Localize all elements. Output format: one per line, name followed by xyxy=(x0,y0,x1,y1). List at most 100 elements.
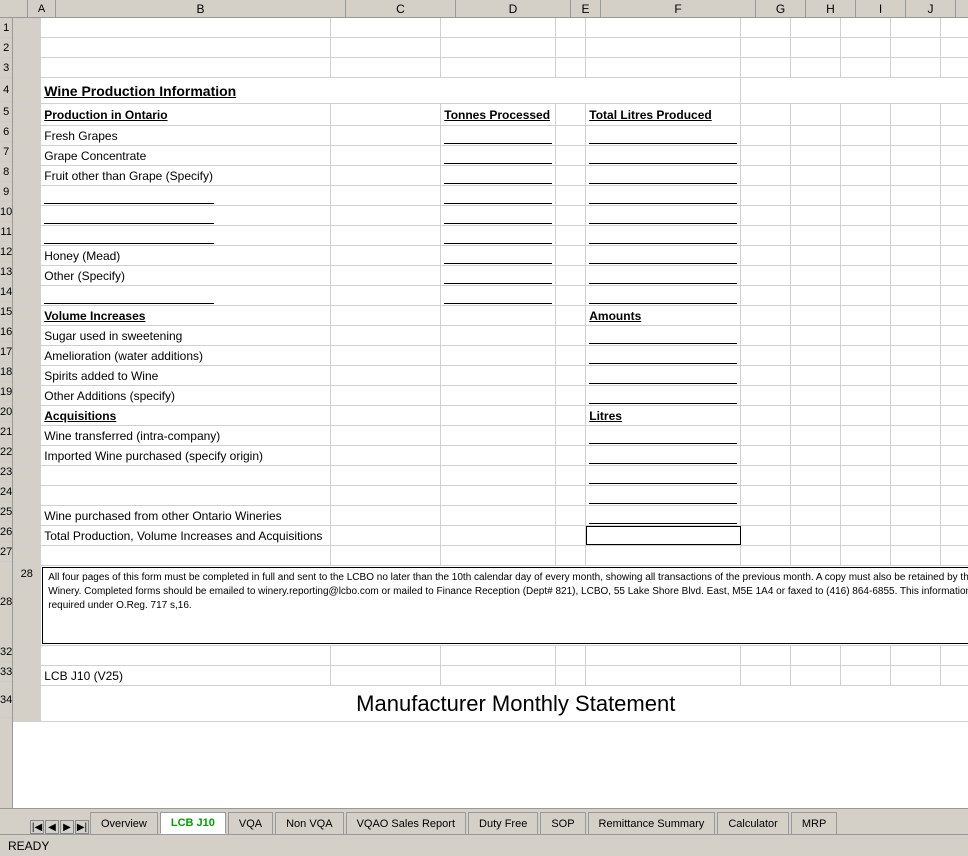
r26-total-production: Total Production, Volume Increases and A… xyxy=(41,526,331,545)
r5-litres: Total Litres Produced xyxy=(586,104,741,125)
r14-f-input[interactable] xyxy=(586,286,741,305)
r17-f-input[interactable] xyxy=(586,346,741,365)
r11-f-input[interactable] xyxy=(586,226,741,245)
r7-e xyxy=(556,146,586,165)
tab-scroll-first[interactable]: |◀ xyxy=(30,820,44,834)
r23-i xyxy=(841,466,891,485)
r15-i xyxy=(841,306,891,325)
r6-c xyxy=(331,126,441,145)
r9-f-input[interactable] xyxy=(586,186,741,205)
r26-d xyxy=(441,526,556,545)
r33-a xyxy=(13,666,41,685)
r22-f-input[interactable] xyxy=(586,446,741,465)
r11-d-input[interactable] xyxy=(441,226,556,245)
r12-f-input[interactable] xyxy=(586,246,741,265)
r27-i xyxy=(841,546,891,565)
r7-d-input[interactable] xyxy=(441,146,556,165)
r21-e xyxy=(556,426,586,445)
r18-f-input[interactable] xyxy=(586,366,741,385)
tab-scroll-next[interactable]: ▶ xyxy=(60,820,74,834)
tab-vqa[interactable]: VQA xyxy=(228,812,273,834)
tab-nonvqa[interactable]: Non VQA xyxy=(275,812,343,834)
r1-j xyxy=(891,18,941,37)
r16-f-input[interactable] xyxy=(586,326,741,345)
r14-a xyxy=(13,286,41,305)
r3-d xyxy=(441,58,556,77)
r25-f-input[interactable] xyxy=(586,506,741,525)
r21-f-input[interactable] xyxy=(586,426,741,445)
r22-i xyxy=(841,446,891,465)
r10-d-input[interactable] xyxy=(441,206,556,225)
tab-remittance[interactable]: Remittance Summary xyxy=(588,812,716,834)
tab-lcbj10[interactable]: LCB J10 xyxy=(160,812,226,834)
r7-k xyxy=(941,146,968,165)
tab-overview[interactable]: Overview xyxy=(90,812,158,834)
row-22: Imported Wine purchased (specify origin) xyxy=(13,446,968,466)
r25-wine-other-wineries: Wine purchased from other Ontario Wineri… xyxy=(41,506,331,525)
r14-d-input[interactable] xyxy=(441,286,556,305)
r7-f-input[interactable] xyxy=(586,146,741,165)
r11-b[interactable] xyxy=(41,226,331,245)
tab-sop[interactable]: SOP xyxy=(540,812,585,834)
r22-c xyxy=(331,446,441,465)
r9-i xyxy=(841,186,891,205)
row-11 xyxy=(13,226,968,246)
r2-a xyxy=(13,38,41,57)
r19-h xyxy=(791,386,841,405)
r24-f-input[interactable] xyxy=(586,486,741,505)
r9-b[interactable] xyxy=(41,186,331,205)
r15-d xyxy=(441,306,556,325)
r10-f-input[interactable] xyxy=(586,206,741,225)
row-2 xyxy=(13,38,968,58)
rownum-20: 20 xyxy=(0,402,12,422)
r8-k xyxy=(941,166,968,185)
r33-k xyxy=(941,666,968,685)
r10-b[interactable] xyxy=(41,206,331,225)
r17-i xyxy=(841,346,891,365)
tab-duty-free[interactable]: Duty Free xyxy=(468,812,538,834)
r19-f-input[interactable] xyxy=(586,386,741,405)
r8-d-input[interactable] xyxy=(441,166,556,185)
row-32 xyxy=(13,646,968,666)
r7-i xyxy=(841,146,891,165)
row-27 xyxy=(13,546,968,566)
tab-mrp[interactable]: MRP xyxy=(791,812,837,834)
r12-d-input[interactable] xyxy=(441,246,556,265)
col-header-rownum xyxy=(0,0,28,17)
r2-f xyxy=(586,38,741,57)
r27-j xyxy=(891,546,941,565)
r9-e xyxy=(556,186,586,205)
rownum-5: 5 xyxy=(0,102,12,122)
r17-e xyxy=(556,346,586,365)
r6-f-input[interactable] xyxy=(586,126,741,145)
r19-other-additions: Other Additions (specify) xyxy=(41,386,331,405)
r13-f-input[interactable] xyxy=(586,266,741,285)
r26-f-bordered[interactable] xyxy=(586,526,741,545)
r32-i xyxy=(841,646,891,665)
r14-b[interactable] xyxy=(41,286,331,305)
r13-d-input[interactable] xyxy=(441,266,556,285)
tab-scroll-prev[interactable]: ◀ xyxy=(45,820,59,834)
r6-e xyxy=(556,126,586,145)
r18-g xyxy=(741,366,791,385)
r6-d-input[interactable] xyxy=(441,126,556,145)
tab-scroll-controls[interactable]: |◀ ◀ ▶ ▶| xyxy=(30,820,90,834)
r16-a xyxy=(13,326,41,345)
r3-b xyxy=(41,58,331,77)
r14-c xyxy=(331,286,441,305)
tab-vqao-sales[interactable]: VQAO Sales Report xyxy=(346,812,466,834)
r32-f xyxy=(586,646,741,665)
r19-i xyxy=(841,386,891,405)
r2-h xyxy=(791,38,841,57)
rownum-10: 10 xyxy=(0,202,12,222)
tab-scroll-last[interactable]: ▶| xyxy=(75,820,89,834)
r24-g xyxy=(741,486,791,505)
r20-j xyxy=(891,406,941,425)
r23-f-input[interactable] xyxy=(586,466,741,485)
r13-g xyxy=(741,266,791,285)
r21-wine-transferred: Wine transferred (intra-company) xyxy=(41,426,331,445)
r8-f-input[interactable] xyxy=(586,166,741,185)
tab-calculator[interactable]: Calculator xyxy=(717,812,789,834)
r9-d-input[interactable] xyxy=(441,186,556,205)
r33-h xyxy=(791,666,841,685)
